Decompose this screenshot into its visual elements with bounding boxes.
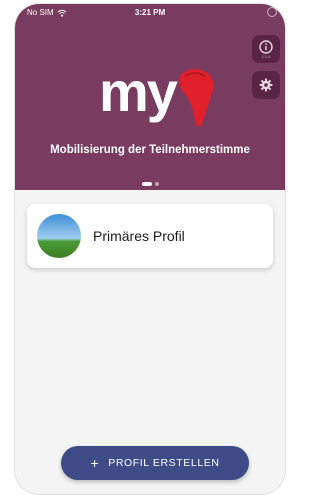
settings-button[interactable]: [252, 71, 280, 99]
create-profile-button[interactable]: + PROFIL ERSTELLEN: [61, 446, 249, 480]
app-version: 2.1.4: [261, 53, 271, 59]
gear-icon: [259, 78, 273, 92]
profile-name: Primäres Profil: [93, 228, 185, 244]
megaphone-logo-icon: [179, 69, 214, 127]
plus-icon: +: [90, 455, 100, 471]
profile-avatar: [37, 214, 81, 258]
status-bar: No SIM 3:21 PM: [15, 4, 285, 22]
page-dot-active[interactable]: [141, 182, 152, 186]
logo-text: my: [99, 60, 178, 123]
page-dot[interactable]: [154, 182, 159, 186]
app-subtitle: Mobilisierung der Teilnehmerstimme: [50, 144, 250, 156]
status-time: 3:21 PM: [134, 8, 166, 17]
info-icon: [259, 39, 273, 54]
page-indicator: [15, 182, 285, 186]
app-header: No SIM 3:21 PM 2.1.4 my Mobilisierung de…: [15, 4, 285, 190]
app-logo: my: [99, 60, 229, 140]
profile-card[interactable]: Primäres Profil: [27, 204, 273, 268]
phone-screen: No SIM 3:21 PM 2.1.4 my Mobilisierung de…: [15, 4, 285, 494]
create-profile-label: PROFIL ERSTELLEN: [108, 457, 220, 469]
info-button[interactable]: 2.1.4: [252, 35, 280, 63]
battery-icon: [267, 7, 277, 17]
